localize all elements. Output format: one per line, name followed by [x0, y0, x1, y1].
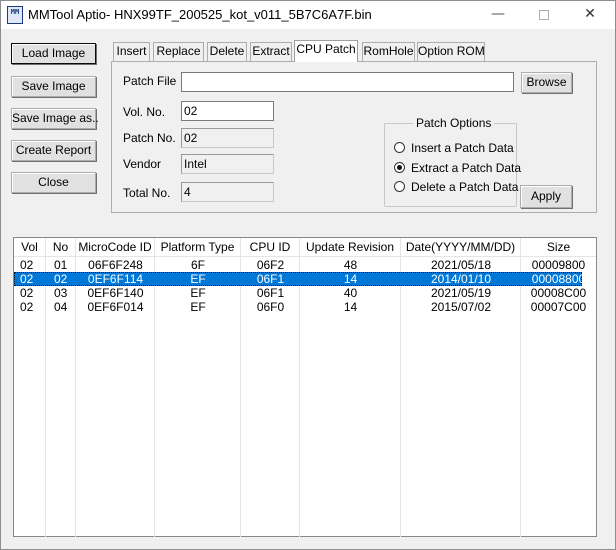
- tab-cpu-patch[interactable]: CPU Patch: [294, 40, 358, 62]
- patch-no-value: 02: [181, 128, 274, 148]
- cell-vol: 02: [20, 258, 34, 272]
- cell-vol: 02: [20, 300, 34, 314]
- app-window: MM MMTool Aptio- HNX99TF_200525_kot_v011…: [0, 0, 616, 550]
- cell-size: 00008C00: [530, 286, 587, 300]
- column-header-platform-type[interactable]: Platform Type: [155, 238, 241, 257]
- patch-options-group: Patch Options Insert a Patch Data Extrac…: [384, 116, 521, 207]
- close-image-button[interactable]: Close: [11, 172, 96, 193]
- column-header-update-revision[interactable]: Update Revision: [300, 238, 401, 257]
- save-image-button[interactable]: Save Image: [11, 76, 96, 97]
- column-header-cpu-id[interactable]: CPU ID: [241, 238, 300, 257]
- column-header-no[interactable]: No: [46, 238, 76, 257]
- radio-button-checked[interactable]: [394, 162, 405, 173]
- tab-romhole[interactable]: RomHole: [362, 42, 415, 61]
- maximize-icon: [539, 10, 549, 20]
- cell-microcode-id: 0EF6F140: [87, 286, 144, 300]
- cell-platform-type: EF: [190, 300, 206, 314]
- cell-cpu-id: 06F2: [256, 258, 285, 272]
- patch-file-label: Patch File: [123, 74, 177, 88]
- radio-button[interactable]: [394, 142, 405, 153]
- cell-cpu-id: 06F0: [256, 300, 285, 314]
- cell-microcode-id: 0EF6F014: [87, 300, 144, 314]
- cell-no: 04: [54, 300, 68, 314]
- total-no-value: 4: [181, 182, 274, 202]
- column-header-size[interactable]: Size: [521, 238, 596, 257]
- apply-button[interactable]: Apply: [520, 185, 572, 208]
- cell-no: 01: [54, 258, 68, 272]
- cell-platform-type: EF: [190, 272, 206, 286]
- cell-size: 00009800: [531, 258, 586, 272]
- cell-size: 00007C00: [530, 300, 587, 314]
- cell-date: 2021/05/19: [430, 286, 492, 300]
- patch-file-input[interactable]: [181, 72, 514, 92]
- cell-cpu-id: 06F1: [256, 286, 285, 300]
- radio-label: Extract a Patch Data: [411, 161, 522, 175]
- column-header-date[interactable]: Date(YYYY/MM/DD): [401, 238, 521, 257]
- table-row[interactable]: 02 02 0EF6F114 EF 06F1 14 2014/01/10 00008800: [14, 272, 585, 286]
- load-image-button[interactable]: Load Image: [11, 43, 96, 64]
- tab-insert[interactable]: Insert: [113, 42, 150, 61]
- maximize-button[interactable]: [521, 1, 567, 29]
- vol-no-input[interactable]: 02: [181, 101, 274, 121]
- cpu-patch-panel: Patch File Browse Vol. No. 02 Patch No. …: [111, 61, 597, 213]
- table-row[interactable]: 02 04 0EF6F014 EF 06F0 14 2015/07/02 00007C00: [14, 300, 586, 314]
- vendor-value: Intel: [181, 154, 274, 174]
- table-row[interactable]: 02 01 06F6F248 6F 06F2 48 2021/05/18 00009800: [14, 258, 585, 272]
- cell-microcode-id: 06F6F248: [88, 258, 143, 272]
- minimize-button[interactable]: —: [475, 1, 521, 29]
- cell-platform-type: EF: [190, 286, 206, 300]
- cell-no: 02: [54, 272, 68, 286]
- cell-size: 00008800: [531, 272, 586, 286]
- save-image-as-button[interactable]: Save Image as..: [11, 108, 99, 129]
- cell-date: 2014/01/10: [430, 272, 492, 286]
- cell-no: 03: [54, 286, 68, 300]
- radio-button[interactable]: [394, 181, 405, 192]
- close-window-button[interactable]: ✕: [567, 1, 613, 29]
- app-icon: MM: [7, 6, 23, 24]
- column-header-vol[interactable]: Vol: [14, 238, 46, 257]
- radio-label: Insert a Patch Data: [411, 141, 514, 155]
- radio-label: Delete a Patch Data: [411, 180, 519, 194]
- cell-platform-type: 6F: [190, 258, 205, 272]
- table-header: Vol No MicroCode ID Platform Type CPU ID…: [14, 238, 596, 257]
- total-no-label: Total No.: [123, 186, 171, 200]
- tab-extract[interactable]: Extract: [250, 42, 292, 61]
- cell-date: 2021/05/18: [430, 258, 492, 272]
- cell-vol: 02: [20, 272, 34, 286]
- tab-option-rom[interactable]: Option ROM: [417, 42, 485, 61]
- title-bar[interactable]: MM MMTool Aptio- HNX99TF_200525_kot_v011…: [1, 1, 615, 29]
- browse-button[interactable]: Browse: [521, 72, 572, 93]
- patch-no-label: Patch No.: [123, 131, 176, 145]
- cell-update-revision: 14: [343, 272, 358, 286]
- vendor-label: Vendor: [123, 157, 162, 171]
- cell-update-revision: 40: [343, 286, 358, 300]
- tab-replace[interactable]: Replace: [153, 42, 204, 61]
- cell-date: 2015/07/02: [430, 300, 492, 314]
- create-report-button[interactable]: Create Report: [11, 140, 96, 161]
- cell-microcode-id: 0EF6F114: [87, 272, 144, 286]
- microcode-table[interactable]: Vol No MicroCode ID Platform Type CPU ID…: [13, 237, 597, 537]
- cell-update-revision: 48: [343, 258, 358, 272]
- window-title: MMTool Aptio- HNX99TF_200525_kot_v011_5B…: [28, 7, 372, 22]
- patch-options-title: Patch Options: [413, 116, 495, 130]
- cell-update-revision: 14: [343, 300, 358, 314]
- cell-cpu-id: 06F1: [256, 272, 285, 286]
- table-row[interactable]: 02 03 0EF6F140 EF 06F1 40 2021/05/19 00008C00: [14, 286, 586, 300]
- column-header-microcode-id[interactable]: MicroCode ID: [76, 238, 155, 257]
- vol-no-label: Vol. No.: [123, 105, 166, 119]
- tab-delete[interactable]: Delete: [207, 42, 247, 61]
- cell-vol: 02: [20, 286, 34, 300]
